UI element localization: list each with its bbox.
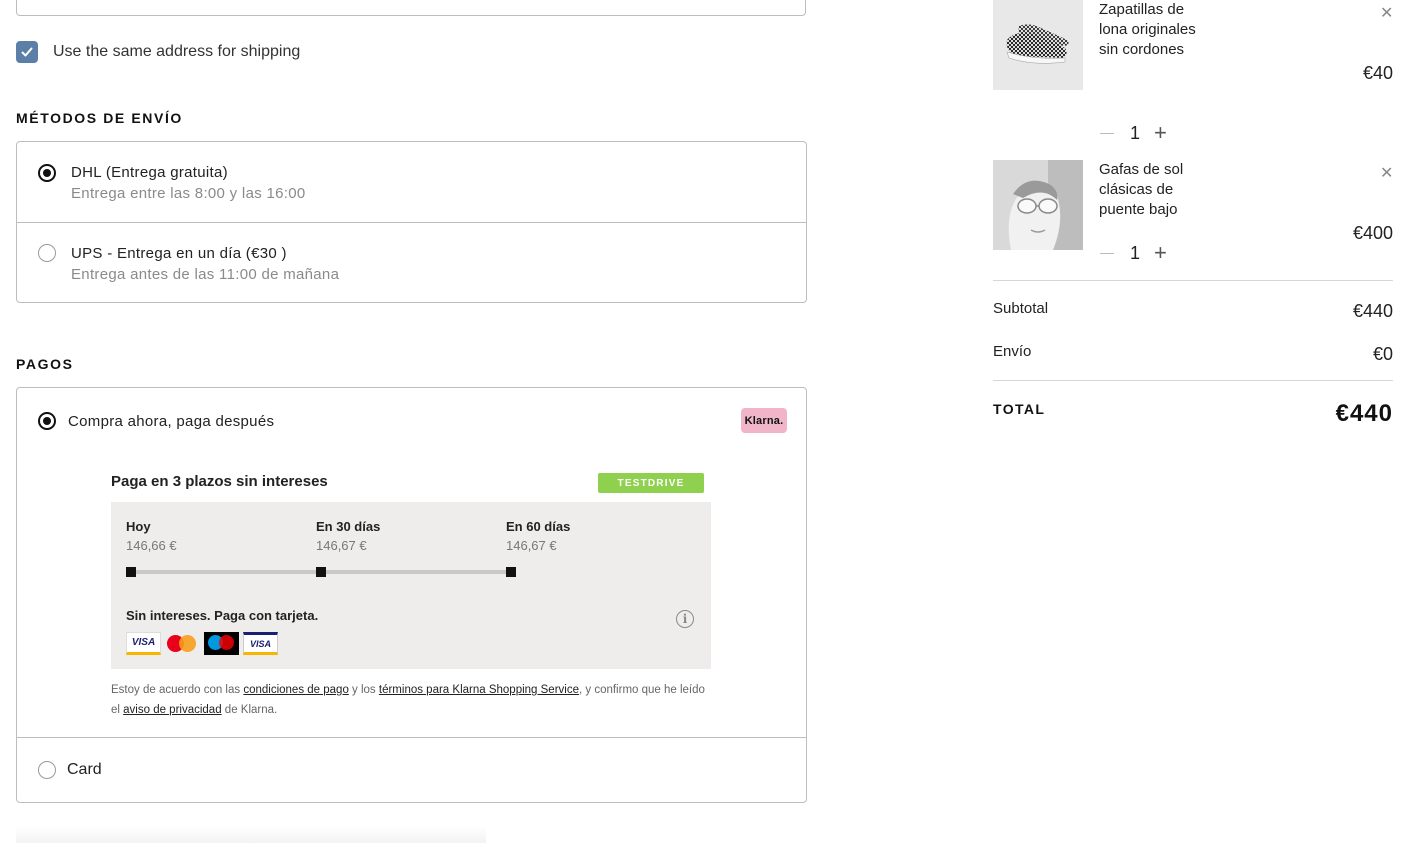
cart-item-name: Zapatillas de lona originales sin cordon…	[1099, 1, 1196, 58]
card-logos: VISA VISA	[126, 632, 278, 655]
klarna-logo: Klarna.	[741, 408, 787, 433]
decrease-qty-icon[interactable]	[1100, 252, 1114, 254]
installment-label: En 60 días	[506, 519, 571, 534]
installment-label: Hoy	[126, 519, 151, 534]
increase-qty-icon[interactable]: +	[1154, 120, 1167, 146]
shipping-value: €0	[1372, 344, 1393, 364]
sunglasses-image	[993, 160, 1083, 250]
info-icon[interactable]: i	[676, 610, 694, 628]
billing-address-field[interactable]	[16, 0, 806, 16]
shipping-option-name: UPS - Entrega en un día (€30 )	[71, 245, 287, 262]
quantity-stepper: 1 +	[1100, 240, 1167, 266]
divider	[993, 380, 1393, 381]
payment-option-klarna-label[interactable]: Compra ahora, paga después	[68, 413, 274, 430]
shipping-label: Envío	[993, 343, 1032, 360]
testdrive-badge: TESTDRIVE	[598, 473, 704, 493]
installment-today: Hoy 146,66 €	[126, 519, 177, 553]
klarna-shopping-terms-link[interactable]: términos para Klarna Shopping Service	[379, 684, 579, 696]
timeline-marker	[316, 567, 326, 577]
payment-radio-card[interactable]	[38, 761, 56, 779]
check-icon	[21, 47, 33, 57]
payment-conditions-link[interactable]: condiciones de pago	[243, 684, 349, 696]
same-address-option[interactable]: Use the same address for shipping	[16, 41, 300, 63]
payment-option-card-label: Card	[67, 761, 102, 778]
shipping-radio-ups[interactable]	[38, 244, 56, 262]
payments-title: PAGOS	[16, 356, 74, 372]
submit-button-edge	[16, 826, 486, 843]
installment-label: En 30 días	[316, 519, 381, 534]
divider	[993, 280, 1393, 281]
terms-text: Estoy de acuerdo con las	[111, 684, 244, 696]
increase-qty-icon[interactable]: +	[1154, 240, 1167, 266]
remove-item-icon[interactable]: ✕	[1380, 163, 1393, 183]
shipping-option-ups[interactable]: UPS - Entrega en un día (€30 ) Entrega a…	[17, 222, 806, 303]
cart-item-price: €40	[1362, 63, 1393, 83]
shipping-option-detail: Entrega entre las 8:00 y las 16:00	[71, 185, 306, 202]
klarna-terms-text: Estoy de acuerdo con las condiciones de …	[111, 680, 716, 720]
decrease-qty-icon[interactable]	[1100, 132, 1114, 134]
visa-electron-icon: VISA	[243, 632, 278, 655]
shipping-option-detail: Entrega antes de las 11:00 de mañana	[71, 266, 340, 283]
quantity-stepper: 1 +	[1100, 120, 1167, 146]
klarna-plan-title: Paga en 3 plazos sin intereses	[111, 473, 328, 490]
payment-radio-klarna[interactable]	[38, 412, 56, 430]
shipping-option-dhl[interactable]: DHL (Entrega gratuita) Entrega entre las…	[17, 142, 806, 222]
installment-amount: 146,66 €	[126, 538, 177, 553]
visa-icon: VISA	[126, 632, 161, 655]
total-value: €440	[1335, 400, 1393, 427]
sneaker-image	[993, 0, 1083, 90]
subtotal-label: Subtotal	[993, 300, 1049, 317]
subtotal-value: €440	[1352, 301, 1393, 321]
quantity-value: 1	[1129, 122, 1140, 143]
no-interest-text: Sin intereses. Paga con tarjeta.	[126, 608, 319, 623]
maestro-icon	[204, 632, 239, 655]
shipping-methods-title: MÉTODOS DE ENVÍO	[16, 110, 183, 126]
timeline-marker	[126, 567, 136, 577]
timeline-marker	[506, 567, 516, 577]
installment-30-days: En 30 días 146,67 €	[316, 519, 380, 553]
quantity-value: 1	[1129, 242, 1140, 263]
terms-text: de Klarna.	[221, 704, 278, 716]
payment-methods-list: Compra ahora, paga después Klarna. Paga …	[16, 387, 807, 803]
mastercard-icon	[165, 632, 200, 655]
privacy-notice-link[interactable]: aviso de privacidad	[123, 704, 221, 716]
cart-item-price: €400	[1352, 223, 1393, 243]
installment-60-days: En 60 días 146,67 €	[506, 519, 570, 553]
payment-option-card[interactable]: Card	[17, 737, 806, 803]
same-address-label: Use the same address for shipping	[53, 43, 301, 60]
installment-amount: 146,67 €	[506, 538, 557, 553]
terms-text: y los	[348, 684, 379, 696]
total-label: TOTAL	[993, 401, 1046, 417]
remove-item-icon[interactable]: ✕	[1380, 3, 1393, 23]
cart-item-name: Gafas de sol clásicas de puente bajo	[1099, 161, 1184, 218]
shipping-methods-list: DHL (Entrega gratuita) Entrega entre las…	[16, 141, 807, 303]
klarna-installments-panel: Hoy 146,66 € En 30 días 146,67 € En 60 d…	[111, 502, 711, 669]
shipping-radio-dhl[interactable]	[38, 164, 56, 182]
same-address-checkbox[interactable]	[16, 41, 38, 63]
installment-amount: 146,67 €	[316, 538, 367, 553]
shipping-option-name: DHL (Entrega gratuita)	[71, 164, 228, 181]
